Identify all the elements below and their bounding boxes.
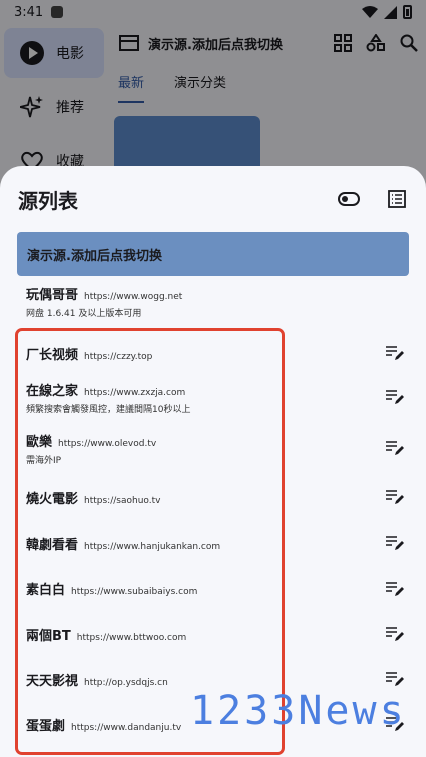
list-item[interactable]: 燒火電影 https://saohuo.tv <box>0 474 426 520</box>
source-url: https://www.zxzja.com <box>84 387 186 398</box>
source-url: https://www.subaibaiys.com <box>71 587 198 597</box>
source-note: 网盘 1.6.41 及以上版本可用 <box>26 308 142 319</box>
list-item[interactable]: 歐樂 https://www.olevod.tv 需海外IP <box>0 422 426 474</box>
edit-source-icon[interactable] <box>384 623 406 645</box>
source-name: 玩偶哥哥 <box>26 287 79 303</box>
source-url: https://www.hanjukankan.com <box>84 541 221 552</box>
selected-source-name: 演示源.添加后点我切换 <box>27 248 162 264</box>
selected-source-row[interactable]: 演示源.添加后点我切换 <box>17 232 409 276</box>
source-name: 素白白 <box>26 583 66 598</box>
source-name: 天天影視 <box>26 673 79 689</box>
sheet-header: 源列表 <box>0 166 426 232</box>
edit-source-icon[interactable] <box>384 386 406 408</box>
sheet-title: 源列表 <box>18 188 78 213</box>
source-name: 厂长视频 <box>26 347 79 363</box>
edit-source-icon[interactable] <box>384 578 406 600</box>
source-url: https://www.wogg.net <box>84 291 183 302</box>
edit-source-icon[interactable] <box>384 342 406 364</box>
source-name: 韓劇看看 <box>26 537 79 553</box>
list-view-icon[interactable] <box>384 186 410 212</box>
source-url: http://op.ysdqjs.cn <box>84 677 168 688</box>
source-url: https://www.olevod.tv <box>58 438 157 449</box>
list-item[interactable]: 玩偶哥哥 https://www.wogg.net 网盘 1.6.41 及以上版本… <box>0 278 426 322</box>
source-name: 蛋蛋劇 <box>26 718 66 734</box>
list-item[interactable]: 兩個BT https://www.bttwoo.com <box>0 611 426 657</box>
source-name: 兩個BT <box>26 628 71 644</box>
source-name: 歐樂 <box>26 434 53 450</box>
source-url: https://www.dandanju.tv <box>71 722 182 733</box>
source-list-sheet: 源列表 演示源.添加后点我切换 玩偶哥哥 https://www.wogg.net… <box>0 166 426 757</box>
source-url: https://saohuo.tv <box>84 495 161 506</box>
list-item[interactable]: 在線之家 https://www.zxzja.com 頻繁搜索會觸發風控，建議間隔… <box>0 372 426 422</box>
list-item[interactable]: 厂长视频 https://czzy.top <box>0 334 426 372</box>
watermark-logo: 1233News <box>190 688 407 734</box>
edit-source-icon[interactable] <box>384 532 406 554</box>
toggle-icon[interactable] <box>336 186 362 212</box>
source-note: 需海外IP <box>26 455 62 466</box>
source-url: https://czzy.top <box>84 351 153 362</box>
edit-source-icon[interactable] <box>384 437 406 459</box>
list-item[interactable]: 素白白 https://www.subaibaiys.com <box>0 566 426 611</box>
source-list: 玩偶哥哥 https://www.wogg.net 网盘 1.6.41 及以上版本… <box>0 278 426 747</box>
source-name: 燒火電影 <box>26 491 79 507</box>
list-item[interactable]: 韓劇看看 https://www.hanjukankan.com <box>0 520 426 566</box>
edit-source-icon[interactable] <box>384 486 406 508</box>
source-url: https://www.bttwoo.com <box>76 632 187 643</box>
edit-source-icon[interactable] <box>384 668 406 690</box>
source-note: 頻繁搜索會觸發風控，建議間隔10秒以上 <box>26 404 191 415</box>
source-name: 在線之家 <box>26 383 79 399</box>
